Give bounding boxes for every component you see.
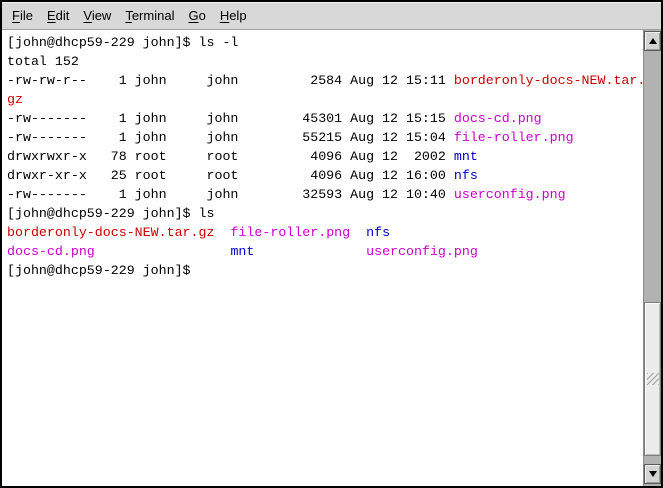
terminal-line: total 152 [7,52,643,71]
scroll-up-button[interactable] [644,31,661,51]
menu-item-terminal[interactable]: Terminal [118,5,181,26]
terminal-text-segment [254,244,366,259]
terminal-window: FileEditViewTerminalGoHelp [john@dhcp59-… [0,0,663,488]
terminal-line: -rw-rw-r-- 1 john john 2584 Aug 12 15:11… [7,71,643,90]
terminal-text-segment: [john@dhcp59-229 john]$ ls [7,206,214,221]
terminal-text-segment: file-roller.png [230,225,350,240]
terminal-text-segment: -rw------- 1 john john 32593 Aug 12 10:4… [7,187,454,202]
terminal-text-segment: mnt [454,149,478,164]
terminal-text-segment: userconfig.png [454,187,566,202]
menu-item-view[interactable]: View [76,5,118,26]
menubar: FileEditViewTerminalGoHelp [2,2,661,30]
menu-item-edit[interactable]: Edit [40,5,76,26]
menu-item-help[interactable]: Help [213,5,254,26]
terminal-text-segment [95,244,231,259]
terminal-text-segment: drwxrwxr-x 78 root root 4096 Aug 12 2002 [7,149,454,164]
thumb-grip-icon [647,373,659,385]
down-arrow-icon [649,471,657,477]
terminal-text-segment: -rw------- 1 john john 55215 Aug 12 15:0… [7,130,454,145]
terminal-line: docs-cd.png mnt userconfig.png [7,242,643,261]
terminal-text-segment: -rw-rw-r-- 1 john john 2584 Aug 12 15:11 [7,73,454,88]
menu-item-file[interactable]: File [5,5,40,26]
terminal-text-segment: drwxr-xr-x 25 root root 4096 Aug 12 16:0… [7,168,454,183]
scrollbar[interactable] [643,30,661,486]
terminal-area: [john@dhcp59-229 john]$ ls -l total 152 -r… [2,30,661,486]
terminal-line: [john@dhcp59-229 john]$ ls -l [7,33,643,52]
terminal-text-segment: borderonly-docs-NEW.tar. [454,73,643,88]
menu-item-go[interactable]: Go [181,5,212,26]
terminal-text-segment: borderonly-docs-NEW.tar.gz [7,225,214,240]
terminal-line: drwxr-xr-x 25 root root 4096 Aug 12 16:0… [7,166,643,185]
up-arrow-icon [649,38,657,44]
terminal-text-segment: docs-cd.png [7,244,95,259]
terminal-text-segment [214,225,230,240]
terminal-line: [john@dhcp59-229 john]$ ls [7,204,643,223]
terminal-text-segment: nfs [366,225,390,240]
terminal-output[interactable]: [john@dhcp59-229 john]$ ls -l total 152 -r… [2,30,643,486]
terminal-text-segment: [john@dhcp59-229 john]$ [7,263,199,278]
terminal-text-segment [350,225,366,240]
terminal-line: -rw------- 1 john john 32593 Aug 12 10:4… [7,185,643,204]
terminal-line: borderonly-docs-NEW.tar.gz file-roller.p… [7,223,643,242]
terminal-text-segment: total 152 [7,54,79,69]
terminal-text-segment: userconfig.png [366,244,478,259]
scroll-down-button[interactable] [644,464,661,484]
terminal-line: gz [7,90,643,109]
terminal-line: -rw------- 1 john john 45301 Aug 12 15:1… [7,109,643,128]
terminal-line: drwxrwxr-x 78 root root 4096 Aug 12 2002… [7,147,643,166]
terminal-text-segment: file-roller.png [454,130,574,145]
terminal-text-segment: docs-cd.png [454,111,542,126]
terminal-line: -rw------- 1 john john 55215 Aug 12 15:0… [7,128,643,147]
terminal-line: [john@dhcp59-229 john]$ [7,261,643,280]
terminal-text-segment: nfs [454,168,478,183]
terminal-text-segment: mnt [230,244,254,259]
terminal-text-segment: [john@dhcp59-229 john]$ ls -l [7,35,238,50]
terminal-text-segment: gz [7,92,23,107]
scrollbar-thumb[interactable] [644,302,661,456]
terminal-text-segment: -rw------- 1 john john 45301 Aug 12 15:1… [7,111,454,126]
